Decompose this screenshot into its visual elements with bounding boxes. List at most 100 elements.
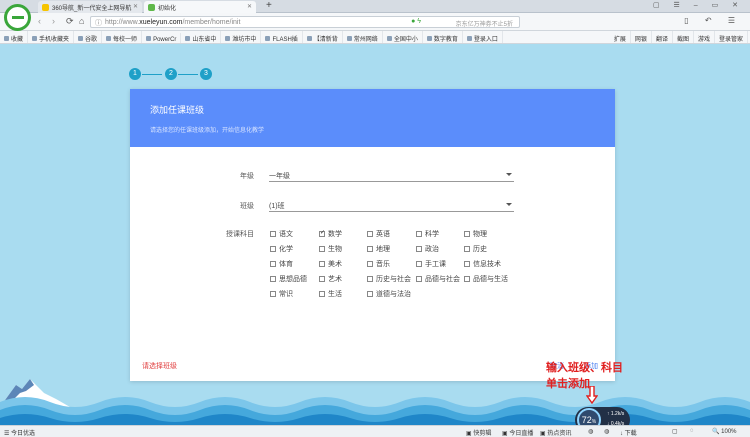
- subject-checkbox[interactable]: 语文: [270, 229, 293, 239]
- checkbox-icon[interactable]: [367, 261, 373, 267]
- status-icon[interactable]: ◍: [604, 428, 609, 435]
- subject-checkbox[interactable]: 品德与生活: [464, 274, 508, 284]
- subject-checkbox[interactable]: 历史: [464, 244, 487, 254]
- subject-checkbox[interactable]: 地理: [367, 244, 390, 254]
- bookmark-item[interactable]: 常州网络: [343, 31, 383, 43]
- checkbox-icon[interactable]: [270, 231, 276, 237]
- bookmark-item[interactable]: 全国中小: [383, 31, 423, 43]
- subject-checkbox[interactable]: 历史与社会: [367, 274, 411, 284]
- checkbox-icon[interactable]: [464, 261, 470, 267]
- subject-checkbox[interactable]: 道德与法治: [367, 289, 411, 299]
- status-today-picks[interactable]: ☰ 今日优选: [4, 428, 35, 437]
- status-zoom[interactable]: 🔍 100%: [712, 428, 737, 435]
- address-bar[interactable]: ⓘ http://www.xueleyun.com/member/home/in…: [90, 16, 520, 28]
- subject-checkbox[interactable]: 数学: [319, 229, 342, 239]
- page-info-icon[interactable]: ⓘ: [95, 18, 102, 28]
- step-3: 3: [200, 68, 212, 80]
- checkbox-icon[interactable]: [367, 246, 373, 252]
- subject-checkbox[interactable]: 品德与社会: [416, 274, 460, 284]
- checkbox-icon[interactable]: [319, 276, 325, 282]
- bookmark-item[interactable]: 登录入口: [463, 31, 503, 43]
- nav-right-tools[interactable]: ▯ ↶ ☰: [684, 16, 742, 25]
- subject-checkbox[interactable]: 英语: [367, 229, 390, 239]
- bookmark-item[interactable]: PowerCr: [142, 33, 182, 43]
- browser-logo-icon[interactable]: [4, 4, 31, 31]
- browser-tab-bar: 360导航_新一代安全上网导航 ✕ 初始化 ✕ + ▢ ☰ – ▭ ✕: [0, 0, 750, 13]
- browser-tab-init[interactable]: 初始化 ✕: [144, 1, 256, 13]
- bookmark-item[interactable]: 谷歌: [74, 31, 103, 43]
- subject-checkbox[interactable]: 政治: [416, 244, 439, 254]
- subject-checkbox[interactable]: 音乐: [367, 259, 390, 269]
- forward-icon[interactable]: ›: [52, 16, 55, 26]
- subject-checkbox[interactable]: 美术: [319, 259, 342, 269]
- new-tab-button[interactable]: +: [266, 0, 272, 11]
- checkbox-icon[interactable]: [464, 246, 470, 252]
- checkbox-icon[interactable]: [464, 276, 470, 282]
- translate-button[interactable]: 翻译: [652, 31, 673, 43]
- status-live[interactable]: ▣ 今日直播: [502, 428, 533, 437]
- checkbox-icon[interactable]: [319, 229, 325, 237]
- bookmark-item[interactable]: 数字教育: [423, 31, 463, 43]
- bookmark-item[interactable]: 收藏: [0, 31, 29, 43]
- checkbox-icon[interactable]: [367, 291, 373, 297]
- url-text[interactable]: http://www.xueleyun.com/member/home/init: [105, 19, 240, 26]
- checkbox-icon[interactable]: [367, 276, 373, 282]
- subject-name: 音乐: [376, 261, 390, 268]
- bookmark-item[interactable]: 【清新背: [303, 31, 343, 43]
- checkbox-icon[interactable]: [270, 276, 276, 282]
- address-promo-hint[interactable]: 京东亿万神券不止5折: [456, 19, 513, 28]
- subject-checkbox[interactable]: 体育: [270, 259, 293, 269]
- checkbox-icon[interactable]: [416, 261, 422, 267]
- class-select[interactable]: (1)班: [269, 198, 514, 212]
- grade-select[interactable]: 一年级: [269, 168, 514, 182]
- checkbox-icon[interactable]: [270, 261, 276, 267]
- subject-checkbox[interactable]: 化学: [270, 244, 293, 254]
- bookmark-item[interactable]: 潍坊市中: [221, 31, 262, 43]
- browser-nav-bar: ‹ › ⟳ ⌂ ⓘ http://www.xueleyun.com/member…: [0, 13, 750, 31]
- status-icon[interactable]: ◍: [588, 428, 593, 435]
- subject-checkbox[interactable]: 生活: [319, 289, 342, 299]
- tutorial-annotation: 输入班级、科目 单击添加: [546, 360, 623, 392]
- bank-button[interactable]: 网银: [631, 31, 652, 43]
- login-manager-button[interactable]: 登录管家: [715, 31, 748, 43]
- reload-icon[interactable]: ⟳: [66, 16, 74, 27]
- screenshot-button[interactable]: 截图: [673, 31, 694, 43]
- grade-label: 年级: [240, 173, 254, 180]
- bookmark-item[interactable]: 山东省中: [181, 31, 222, 43]
- subject-checkbox[interactable]: 生物: [319, 244, 342, 254]
- home-icon[interactable]: ⌂: [79, 16, 84, 26]
- bookmark-item[interactable]: FLASH插: [261, 31, 303, 43]
- subject-checkbox[interactable]: 物理: [464, 229, 487, 239]
- subject-checkbox[interactable]: 手工课: [416, 259, 446, 269]
- subject-checkbox[interactable]: 信息技术: [464, 259, 501, 269]
- tab-close-icon[interactable]: ✕: [133, 3, 138, 10]
- games-button[interactable]: 游戏: [694, 31, 715, 43]
- status-icon[interactable]: ▢: [672, 428, 678, 435]
- checkbox-icon[interactable]: [416, 276, 422, 282]
- checkbox-icon[interactable]: [367, 231, 373, 237]
- status-icon[interactable]: ◌: [690, 428, 694, 434]
- extensions-button[interactable]: 扩展: [610, 31, 631, 43]
- checkbox-icon[interactable]: [416, 246, 422, 252]
- bookmark-item[interactable]: 手机收藏夹: [28, 31, 75, 43]
- subject-checkbox[interactable]: 艺术: [319, 274, 342, 284]
- security-check-icon[interactable]: ● ϟ: [411, 18, 421, 25]
- checkbox-icon[interactable]: [270, 246, 276, 252]
- checkbox-icon[interactable]: [319, 261, 325, 267]
- browser-tab-360-nav[interactable]: 360导航_新一代安全上网导航 ✕: [38, 1, 142, 13]
- subject-checkbox[interactable]: 科学: [416, 229, 439, 239]
- status-download[interactable]: ↓ 下载: [620, 428, 637, 437]
- checkbox-icon[interactable]: [319, 291, 325, 297]
- subject-checkbox[interactable]: 常识: [270, 289, 293, 299]
- status-hot-news[interactable]: ▣ 热点资讯: [540, 428, 571, 437]
- bookmark-item[interactable]: 每校一师: [102, 31, 143, 43]
- checkbox-icon[interactable]: [416, 231, 422, 237]
- checkbox-icon[interactable]: [270, 291, 276, 297]
- window-controls[interactable]: ▢ ☰ – ▭ ✕: [653, 1, 744, 9]
- checkbox-icon[interactable]: [319, 246, 325, 252]
- tab-close-icon[interactable]: ✕: [247, 3, 252, 10]
- checkbox-icon[interactable]: [464, 231, 470, 237]
- back-icon[interactable]: ‹: [38, 16, 41, 26]
- subject-checkbox[interactable]: 思想品德: [270, 274, 307, 284]
- status-quick-edit[interactable]: ▣ 快剪辑: [466, 428, 491, 437]
